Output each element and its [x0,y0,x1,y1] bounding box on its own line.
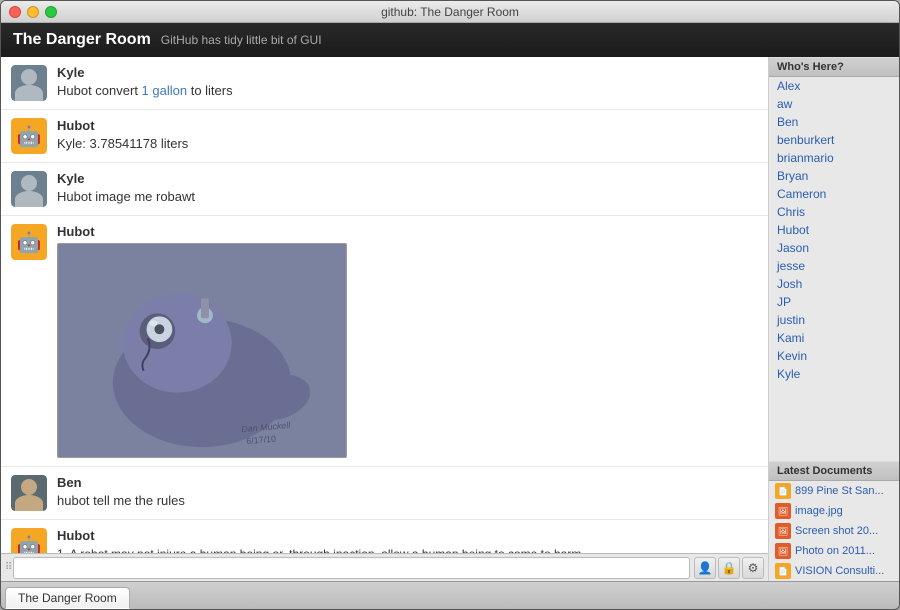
doc-icon: 📄 [775,483,791,499]
docs-header: Latest Documents [769,461,899,481]
sidebar-user[interactable]: jesse [769,257,899,275]
person-icon-button[interactable]: 👤 [694,557,716,579]
doc-item[interactable]: 📄 899 Pine St San... [769,481,899,501]
doc-name: 899 Pine St San... [795,485,884,497]
sidebar-user[interactable]: Kyle [769,365,899,383]
sidebar-user[interactable]: brianmario [769,149,899,167]
tab-bar: The Danger Room [1,581,899,609]
sidebar-user[interactable]: Cameron [769,185,899,203]
message-content: Hubot 1. A robot may not injure a human … [57,528,758,553]
ben-avatar [11,475,47,511]
lock-icon-button[interactable]: 🔒 [718,557,740,579]
message-username: Hubot [57,528,758,543]
doc-item[interactable]: 🖼 Screen shot 20... [769,521,899,541]
minimize-button[interactable] [27,6,39,18]
tab-danger-room[interactable]: The Danger Room [5,587,130,609]
sidebar-user[interactable]: Hubot [769,221,899,239]
sidebar-user[interactable]: Kevin [769,347,899,365]
sidebar-user[interactable]: JP [769,293,899,311]
maximize-button[interactable] [45,6,57,18]
hubot-avatar [11,118,47,154]
input-bar: ⠿ 👤 🔒 ⚙ [1,553,768,581]
sidebar-docs: Latest Documents 📄 899 Pine St San... 🖼 ima… [769,461,899,581]
sidebar: Who's Here? AlexawBenbenburkertbrianmari… [769,57,899,581]
sidebar-users-list: AlexawBenbenburkertbrianmarioBryanCamero… [769,77,899,461]
sidebar-user[interactable]: Alex [769,77,899,95]
avatar [11,65,47,101]
message-text: Hubot image me robawt [57,188,758,206]
message-content: Hubot Kyle: 3.78541178 liters [57,118,758,153]
sidebar-user[interactable]: aw [769,95,899,113]
sidebar-user[interactable]: Josh [769,275,899,293]
law-1: 1. A robot may not injure a human being … [57,545,758,553]
avatar [11,475,47,511]
message-content: Kyle Hubot convert 1 gallon to liters [57,65,758,100]
sidebar-user[interactable]: benburkert [769,131,899,149]
doc-icon: 📄 [775,563,791,579]
doc-name: Screen shot 20... [795,525,878,537]
who-here-header: Who's Here? [769,57,899,77]
message-text: Hubot convert 1 gallon to liters [57,82,758,100]
hubot-avatar [11,224,47,260]
gear-icon-button[interactable]: ⚙ [742,557,764,579]
doc-icon: 🖼 [775,503,791,519]
title-bar: github: The Danger Room [1,1,899,23]
kyle-avatar [11,171,47,207]
app-title: The Danger Room [13,31,151,49]
chat-input[interactable] [13,557,690,579]
sidebar-user[interactable]: Kami [769,329,899,347]
main-window: github: The Danger Room The Danger Room … [0,0,900,610]
sidebar-user[interactable]: Ben [769,113,899,131]
doc-icon: 🖼 [775,523,791,539]
message-content: Hubot [57,224,758,458]
message-username: Kyle [57,171,758,186]
chat-area: Kyle Hubot convert 1 gallon to liters Hu… [1,57,769,581]
messages-list: Kyle Hubot convert 1 gallon to liters Hu… [1,57,768,553]
sidebar-user[interactable]: Jason [769,239,899,257]
message-row: Ben hubot tell me the rules [1,467,768,520]
avatar [11,171,47,207]
sidebar-user[interactable]: justin [769,311,899,329]
avatar [11,118,47,154]
avatar [11,224,47,260]
sidebar-user[interactable]: Chris [769,203,899,221]
app-header: The Danger Room GitHub has tidy little b… [1,23,899,57]
message-row: Kyle Hubot convert 1 gallon to liters [1,57,768,110]
window-title: github: The Danger Room [381,5,519,19]
message-link[interactable]: 1 gallon [142,83,188,98]
message-row: Hubot 1. A robot may not injure a human … [1,520,768,553]
main-area: Kyle Hubot convert 1 gallon to liters Hu… [1,57,899,581]
message-username: Kyle [57,65,758,80]
doc-item[interactable]: 📄 VISION Consulti... [769,561,899,581]
avatar [11,528,47,553]
app-subtitle: GitHub has tidy little bit of GUI [161,33,322,47]
message-username: Ben [57,475,758,490]
message-row: Hubot [1,216,768,467]
message-username: Hubot [57,118,758,133]
robot-image: Dan Muckell 6/17/10 [57,243,347,458]
laws-text: 1. A robot may not injure a human being … [57,545,758,553]
doc-name: image.jpg [795,505,843,517]
message-text: Kyle: 3.78541178 liters [57,135,758,153]
message-text: hubot tell me the rules [57,492,758,510]
hubot-avatar [11,528,47,553]
message-row: Hubot Kyle: 3.78541178 liters [1,110,768,163]
doc-item[interactable]: 🖼 Photo on 2011... [769,541,899,561]
message-row: Kyle Hubot image me robawt [1,163,768,216]
message-username: Hubot [57,224,758,239]
doc-icon: 🖼 [775,543,791,559]
doc-item[interactable]: 🖼 image.jpg [769,501,899,521]
doc-name: Photo on 2011... [795,545,875,557]
close-button[interactable] [9,6,21,18]
input-icons: 👤 🔒 ⚙ [694,557,764,579]
message-content: Ben hubot tell me the rules [57,475,758,510]
doc-name: VISION Consulti... [795,565,884,577]
kyle-avatar [11,65,47,101]
sidebar-user[interactable]: Bryan [769,167,899,185]
message-content: Kyle Hubot image me robawt [57,171,758,206]
window-controls [9,6,57,18]
